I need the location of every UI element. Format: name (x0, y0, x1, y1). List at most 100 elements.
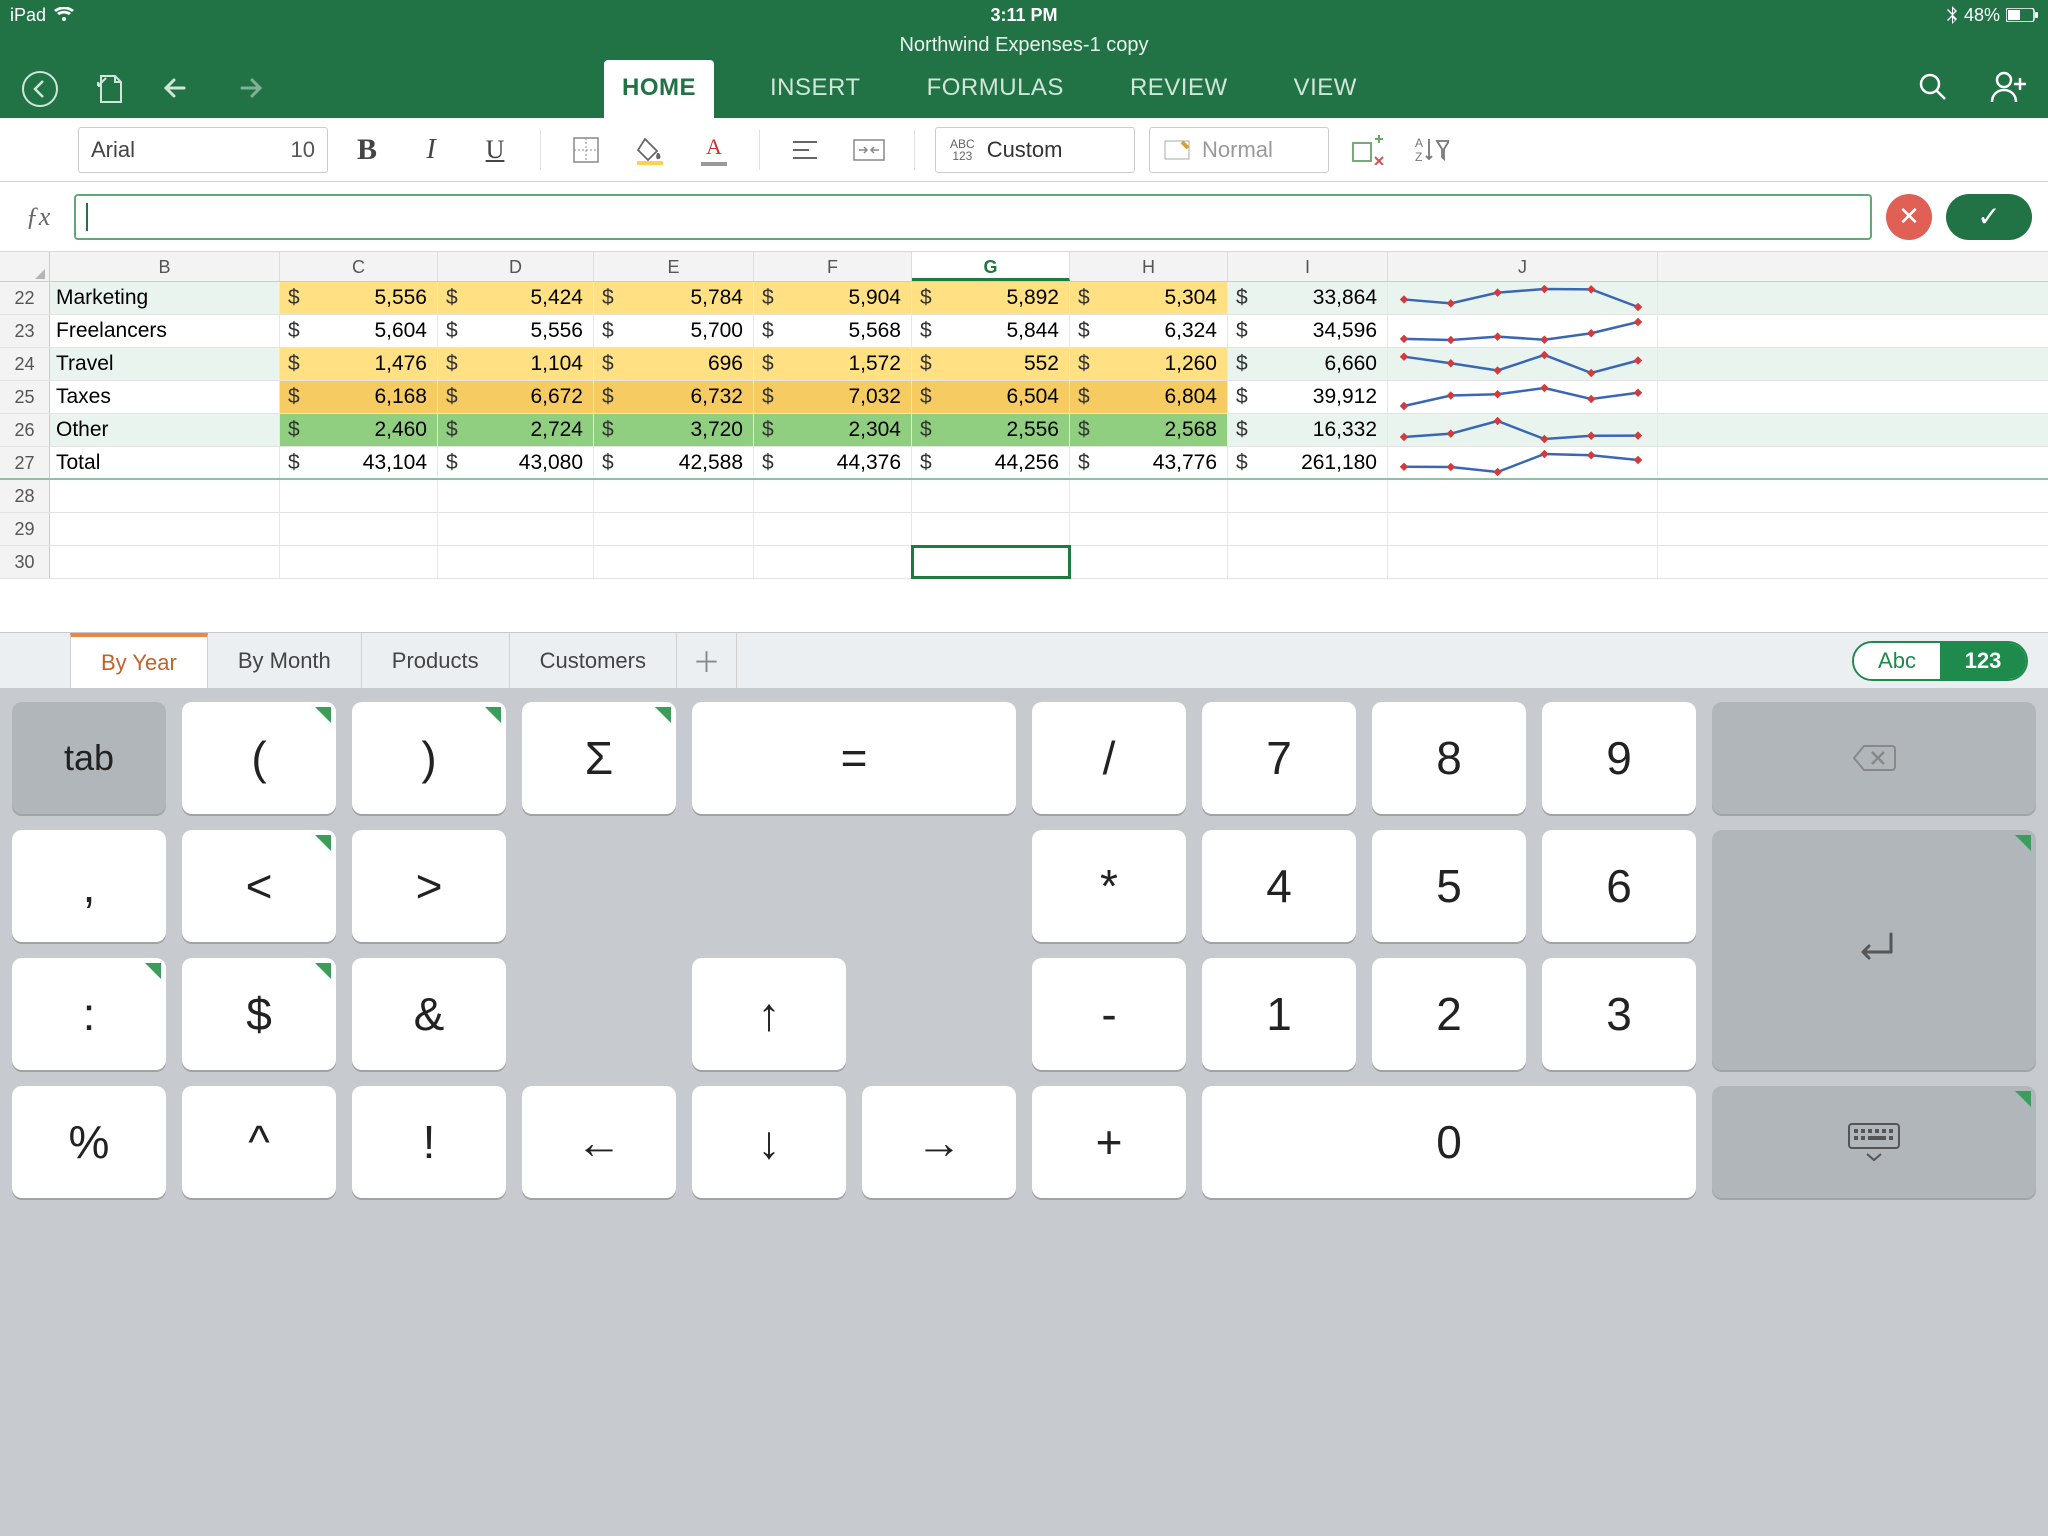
keyboard-mode-toggle[interactable]: Abc 123 (1852, 633, 2028, 688)
row-header[interactable]: 30 (0, 546, 50, 578)
cell-empty[interactable] (912, 513, 1070, 545)
col-header-F[interactable]: F (754, 252, 912, 281)
table-row-empty[interactable]: 28 (0, 480, 2048, 513)
cell-empty[interactable] (280, 546, 438, 578)
mode-abc[interactable]: Abc (1854, 643, 1940, 679)
key-8[interactable]: 8 (1372, 702, 1526, 814)
key-bang[interactable]: ! (352, 1086, 506, 1198)
key-return[interactable] (1712, 830, 2036, 1070)
col-header-C[interactable]: C (280, 252, 438, 281)
font-color-button[interactable]: A (689, 127, 739, 173)
cell-value[interactable]: $5,556 (438, 315, 594, 347)
cell-value[interactable]: $43,104 (280, 447, 438, 478)
cell-label[interactable]: Other (50, 414, 280, 446)
cell-value[interactable]: $5,556 (280, 282, 438, 314)
cell-sum[interactable]: $16,332 (1228, 414, 1388, 446)
cell-value[interactable]: $7,032 (754, 381, 912, 413)
cell-empty[interactable] (1070, 480, 1228, 512)
key-caret[interactable]: ^ (182, 1086, 336, 1198)
number-format-picker[interactable]: ABC123 Custom (935, 127, 1135, 173)
key-7[interactable]: 7 (1202, 702, 1356, 814)
key-lparen[interactable]: ( (182, 702, 336, 814)
key-up[interactable]: ↑ (692, 958, 846, 1070)
cell-sparkline[interactable] (1388, 282, 1658, 314)
table-row[interactable]: 25Taxes$6,168$6,672$6,732$7,032$6,504$6,… (0, 381, 2048, 414)
cell-sparkline[interactable] (1388, 381, 1658, 413)
key-dollar[interactable]: $ (182, 958, 336, 1070)
fill-color-button[interactable] (625, 127, 675, 173)
cell-value[interactable]: $5,568 (754, 315, 912, 347)
cell-empty[interactable] (754, 546, 912, 578)
cell-value[interactable]: $696 (594, 348, 754, 380)
row-header[interactable]: 24 (0, 348, 50, 380)
cell-value[interactable]: $5,700 (594, 315, 754, 347)
cell-empty[interactable] (594, 513, 754, 545)
cell-value[interactable]: $6,168 (280, 381, 438, 413)
cell-value[interactable]: $2,460 (280, 414, 438, 446)
key-divide[interactable]: / (1032, 702, 1186, 814)
key-rparen[interactable]: ) (352, 702, 506, 814)
cell-label[interactable]: Marketing (50, 282, 280, 314)
key-5[interactable]: 5 (1372, 830, 1526, 942)
cell-label[interactable]: Travel (50, 348, 280, 380)
italic-button[interactable]: I (406, 127, 456, 173)
key-comma[interactable]: , (12, 830, 166, 942)
row-header[interactable]: 28 (0, 480, 50, 512)
align-button[interactable] (780, 127, 830, 173)
key-equals[interactable]: = (692, 702, 1016, 814)
cell-value[interactable]: $1,572 (754, 348, 912, 380)
merge-button[interactable] (844, 127, 894, 173)
key-minus[interactable]: - (1032, 958, 1186, 1070)
cell-value[interactable]: $5,784 (594, 282, 754, 314)
table-row-empty[interactable]: 29 (0, 513, 2048, 546)
cell-value[interactable]: $5,604 (280, 315, 438, 347)
row-header[interactable]: 23 (0, 315, 50, 347)
key-3[interactable]: 3 (1542, 958, 1696, 1070)
cell-value[interactable]: $552 (912, 348, 1070, 380)
row-header[interactable]: 22 (0, 282, 50, 314)
undo-button[interactable] (162, 74, 196, 104)
cell-empty[interactable] (754, 480, 912, 512)
row-header[interactable]: 27 (0, 447, 50, 478)
cell-sum[interactable]: $39,912 (1228, 381, 1388, 413)
table-row[interactable]: 26Other$2,460$2,724$3,720$2,304$2,556$2,… (0, 414, 2048, 447)
cell-empty[interactable] (1388, 546, 1658, 578)
cell-empty[interactable] (754, 513, 912, 545)
cell-empty[interactable] (50, 546, 280, 578)
cell-empty[interactable] (594, 546, 754, 578)
table-row[interactable]: 23Freelancers$5,604$5,556$5,700$5,568$5,… (0, 315, 2048, 348)
row-header[interactable]: 25 (0, 381, 50, 413)
table-row[interactable]: 24Travel$1,476$1,104$696$1,572$552$1,260… (0, 348, 2048, 381)
key-colon[interactable]: : (12, 958, 166, 1070)
cell-value[interactable]: $2,568 (1070, 414, 1228, 446)
cell-sum[interactable]: $6,660 (1228, 348, 1388, 380)
tab-formulas[interactable]: FORMULAS (917, 60, 1074, 118)
col-header-J[interactable]: J (1388, 252, 1658, 281)
row-header[interactable]: 26 (0, 414, 50, 446)
redo-button[interactable] (230, 74, 264, 104)
cell-value[interactable]: $5,304 (1070, 282, 1228, 314)
cell-value[interactable]: $2,304 (754, 414, 912, 446)
col-header-D[interactable]: D (438, 252, 594, 281)
key-plus[interactable]: + (1032, 1086, 1186, 1198)
cell-empty[interactable] (912, 480, 1070, 512)
sheet-tab-by-year[interactable]: By Year (70, 633, 208, 688)
key-percent[interactable]: % (12, 1086, 166, 1198)
cell-label[interactable]: Freelancers (50, 315, 280, 347)
cell-value[interactable]: $43,776 (1070, 447, 1228, 478)
spreadsheet-grid[interactable]: B C D E F G H I J 22Marketing$5,556$5,42… (0, 252, 2048, 632)
cell-empty[interactable] (50, 480, 280, 512)
row-header[interactable]: 29 (0, 513, 50, 545)
key-4[interactable]: 4 (1202, 830, 1356, 942)
key-multiply[interactable]: * (1032, 830, 1186, 942)
cell-empty[interactable] (280, 513, 438, 545)
col-header-G[interactable]: G (912, 252, 1070, 281)
insert-delete-cells-button[interactable] (1343, 127, 1393, 173)
cell-sparkline[interactable] (1388, 315, 1658, 347)
cell-empty[interactable] (1388, 513, 1658, 545)
key-1[interactable]: 1 (1202, 958, 1356, 1070)
tab-view[interactable]: VIEW (1284, 60, 1367, 118)
cell-empty[interactable] (280, 480, 438, 512)
key-6[interactable]: 6 (1542, 830, 1696, 942)
table-row-empty[interactable]: 30 (0, 546, 2048, 579)
